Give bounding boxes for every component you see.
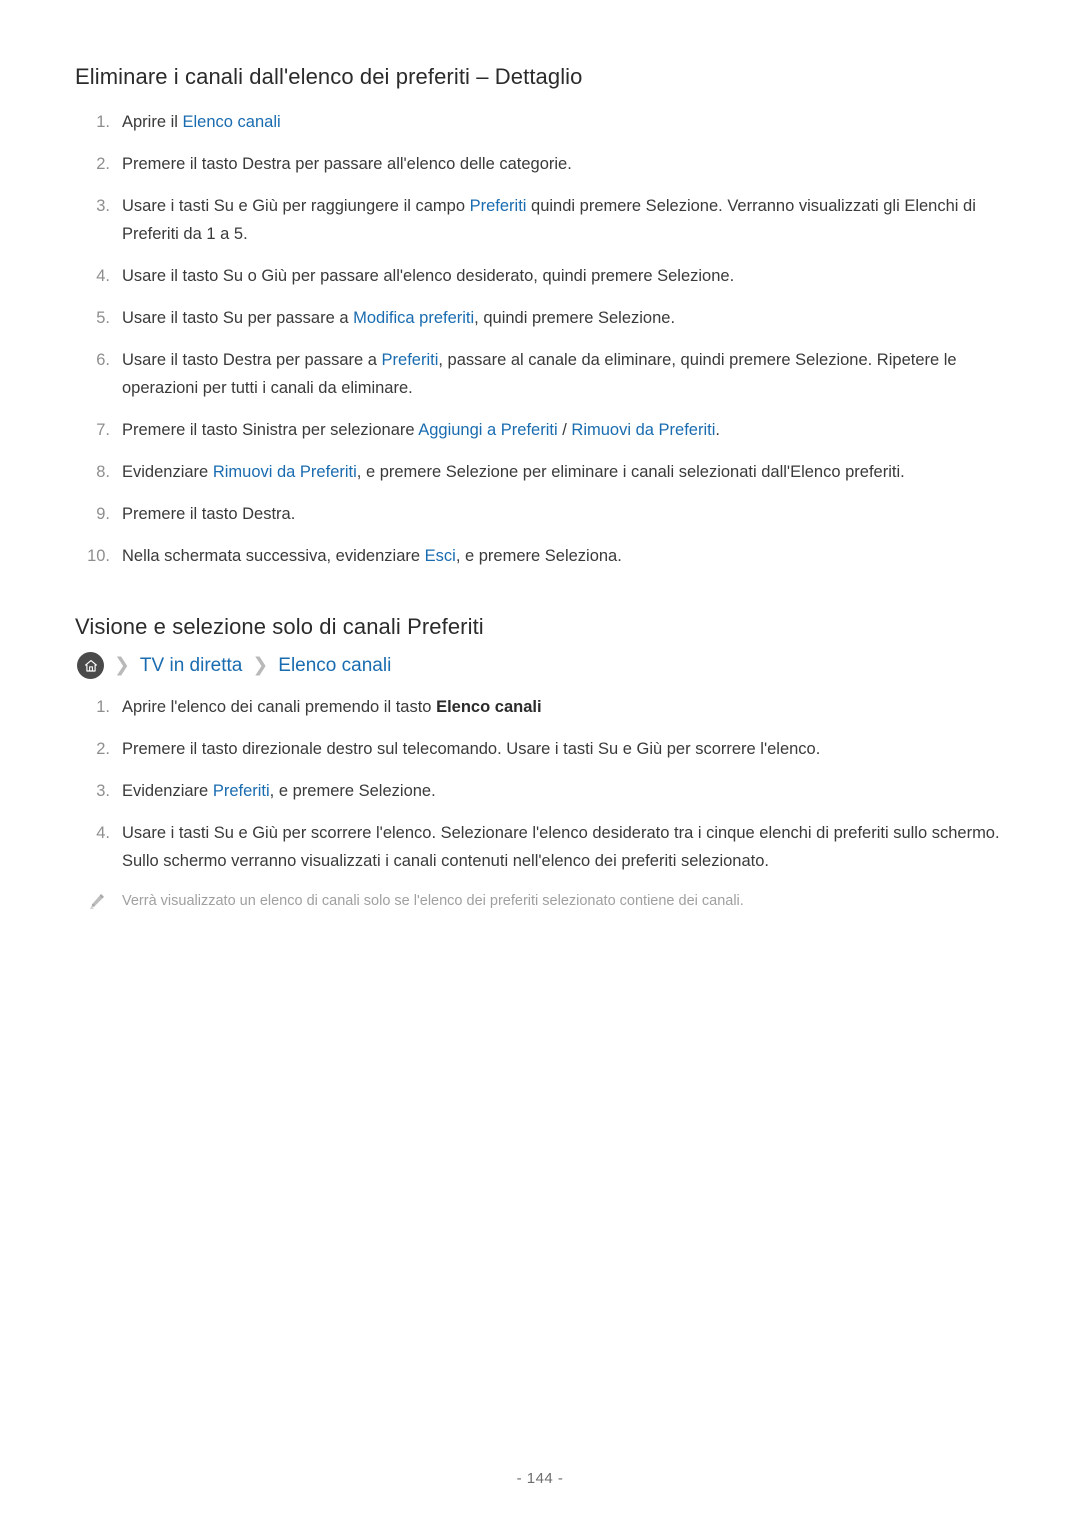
section-two-heading: Visione e selezione solo di canali Prefe…: [75, 614, 484, 639]
inline-text: Aprire il: [122, 113, 183, 131]
list-item-number: 8.: [96, 463, 110, 481]
note-text: Verrà visualizzato un elenco di canali s…: [122, 893, 744, 909]
list-item-text: Premere il tasto Destra.: [122, 505, 295, 523]
list-item-number: 6.: [96, 351, 110, 369]
inline-text: Usare il tasto Destra per passare a: [122, 351, 382, 369]
page-content: Eliminare i canali dall'elenco dei prefe…: [75, 62, 1005, 913]
list-item-text: Nella schermata successiva, evidenziare …: [122, 547, 622, 565]
list-item-number: 3.: [96, 197, 110, 215]
list-item: 1. Aprire l'elenco dei canali premendo il…: [75, 693, 1005, 721]
pencil-icon: [87, 891, 107, 911]
list-item-text: Usare i tasti Su e Giù per raggiungere i…: [122, 197, 976, 243]
list-item-text: Evidenziare Preferiti, e premere Selezio…: [122, 782, 436, 800]
breadcrumb-item-elenco-canali[interactable]: Elenco canali: [278, 653, 391, 679]
list-item-number: 10.: [87, 547, 110, 565]
list-item-number: 9.: [96, 505, 110, 523]
inline-link[interactable]: Esci: [425, 547, 456, 565]
list-item: 2. Premere il tasto direzionale destro su…: [75, 735, 1005, 763]
inline-link[interactable]: Modifica preferiti: [353, 309, 474, 327]
inline-text: Evidenziare: [122, 782, 213, 800]
list-item-text: Premere il tasto Sinistra per selezionar…: [122, 421, 720, 439]
inline-text: , e premere Selezione.: [269, 782, 436, 800]
inline-text: Premere il tasto Destra.: [122, 505, 296, 523]
list-item: 9. Premere il tasto Destra.: [75, 500, 1005, 528]
breadcrumb-separator-1: ❯: [114, 655, 130, 676]
manual-page: Eliminare i canali dall'elenco dei prefe…: [0, 0, 1080, 1527]
list-item-number: 4.: [96, 267, 110, 285]
list-item-text: Aprire il Elenco canali: [122, 113, 281, 131]
breadcrumb-separator-2: ❯: [252, 655, 269, 676]
list-item-number: 2.: [96, 740, 110, 758]
list-item-text: Usare il tasto Destra per passare a Pref…: [122, 351, 957, 397]
inline-link[interactable]: Rimuovi da Preferiti: [213, 463, 357, 481]
list-item: 3. Usare i tasti Su e Giù per raggiungere…: [75, 192, 1005, 248]
list-item-text: Usare il tasto Su o Giù per passare all'…: [122, 267, 734, 285]
list-item: 2. Premere il tasto Destra per passare al…: [75, 150, 1005, 178]
list-item: 4. Usare il tasto Su o Giù per passare al…: [75, 262, 1005, 290]
inline-text: , e premere Seleziona.: [455, 547, 622, 565]
page-number: - 144 -: [516, 1470, 564, 1487]
inline-bold-term: Elenco canali: [436, 698, 542, 716]
inline-text: Premere il tasto Sinistra per selezionar…: [122, 421, 419, 439]
inline-text: Usare i tasti Su e Giù per raggiungere i…: [122, 197, 470, 215]
list-item-number: 3.: [96, 782, 110, 800]
inline-text: Premere il tasto direzionale destro sul …: [122, 740, 821, 758]
list-item-text: Usare il tasto Su per passare a Modifica…: [122, 309, 675, 327]
inline-text: Aprire l'elenco dei canali premendo il t…: [122, 698, 437, 716]
list-item: 3. Evidenziare Preferiti, e premere Selez…: [75, 777, 1005, 805]
list-item: 5. Usare il tasto Su per passare a Modifi…: [75, 304, 1005, 332]
inline-text: /: [557, 421, 572, 439]
section-one-heading: Eliminare i canali dall'elenco dei prefe…: [75, 64, 583, 89]
inline-text: Premere il tasto Destra per passare all'…: [122, 155, 572, 173]
section-two-step-list: 1. Aprire l'elenco dei canali premendo il…: [75, 693, 1005, 875]
list-item-text: Aprire l'elenco dei canali premendo il t…: [122, 698, 542, 716]
list-item-number: 7.: [96, 421, 110, 439]
inline-link[interactable]: Preferiti: [213, 782, 270, 800]
inline-link[interactable]: Preferiti: [470, 197, 527, 215]
list-item: 10. Nella schermata successiva, evidenzia…: [75, 542, 1005, 570]
inline-link[interactable]: Rimuovi da Preferiti: [571, 421, 715, 439]
note-row: Verrà visualizzato un elenco di canali s…: [75, 889, 1005, 913]
list-item-number: 4.: [96, 824, 110, 842]
list-item: 7. Premere il tasto Sinistra per selezion…: [75, 416, 1005, 444]
list-item: 1. Aprire il Elenco canali: [75, 108, 1005, 136]
list-item: 8. Evidenziare Rimuovi da Preferiti, e pr…: [75, 458, 1005, 486]
inline-text: Nella schermata successiva, evidenziare: [122, 547, 425, 565]
home-icon[interactable]: [77, 652, 104, 679]
list-item: 6. Usare il tasto Destra per passare a Pr…: [75, 346, 1005, 402]
list-item-text: Usare i tasti Su e Giù per scorrere l'el…: [122, 824, 1000, 870]
inline-text: , e premere Selezione per eliminare i ca…: [356, 463, 905, 481]
list-item-number: 2.: [96, 155, 110, 173]
list-item-number: 1.: [96, 113, 110, 131]
inline-text: Evidenziare: [122, 463, 213, 481]
inline-text: Usare il tasto Su per passare a: [122, 309, 354, 327]
inline-link[interactable]: Aggiungi a Preferiti: [418, 421, 557, 439]
inline-text: Usare il tasto Su o Giù per passare all'…: [122, 267, 735, 285]
list-item-number: 1.: [96, 698, 110, 716]
breadcrumb-item-tv-in-diretta[interactable]: TV in diretta: [140, 653, 242, 679]
section-one-step-list: 1. Aprire il Elenco canali 2. Premere il ta…: [75, 108, 1005, 570]
breadcrumb: ❯ TV in diretta ❯ Elenco canali: [75, 652, 1005, 679]
inline-link[interactable]: Preferiti: [382, 351, 439, 369]
inline-text: .: [715, 421, 720, 439]
list-item-number: 5.: [96, 309, 110, 327]
list-item-text: Evidenziare Rimuovi da Preferiti, e prem…: [122, 463, 905, 481]
inline-text: , quindi premere Selezione.: [474, 309, 676, 327]
list-item: 4. Usare i tasti Su e Giù per scorrere l'…: [75, 819, 1005, 875]
list-item-text: Premere il tasto direzionale destro sul …: [122, 740, 820, 758]
list-item-text: Premere il tasto Destra per passare all'…: [122, 155, 572, 173]
inline-link[interactable]: Elenco canali: [183, 113, 281, 131]
inline-text: Usare i tasti Su e Giù per scorrere l'el…: [122, 824, 1000, 870]
